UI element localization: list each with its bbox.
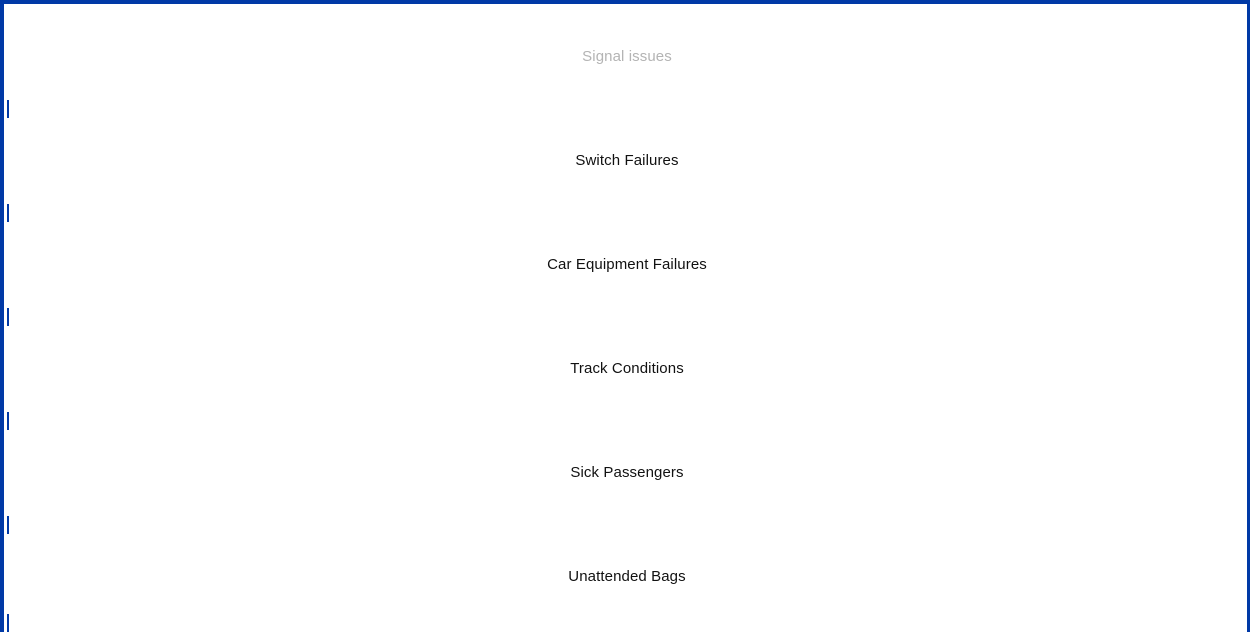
list-item-signal-issues[interactable]: Signal issues — [7, 4, 1247, 108]
list-item-label: Unattended Bags — [568, 567, 686, 585]
list-item-label: Car Equipment Failures — [547, 255, 707, 273]
list-item-unattended-bags[interactable]: Unattended Bags — [7, 524, 1247, 628]
list-item-label: Signal issues — [582, 47, 672, 65]
list-item-track-conditions[interactable]: Track Conditions — [7, 316, 1247, 420]
list-item-label: Switch Failures — [575, 151, 679, 169]
list-item-car-equipment-failures[interactable]: Car Equipment Failures — [7, 212, 1247, 316]
list-item-sick-passengers[interactable]: Sick Passengers — [7, 420, 1247, 524]
list-item-label: Track Conditions — [570, 359, 684, 377]
list-item-switch-failures[interactable]: Switch Failures — [7, 108, 1247, 212]
delay-cause-list: Signal issues Switch Failures Car Equipm… — [7, 4, 1247, 632]
list-item-label: Sick Passengers — [570, 463, 684, 481]
